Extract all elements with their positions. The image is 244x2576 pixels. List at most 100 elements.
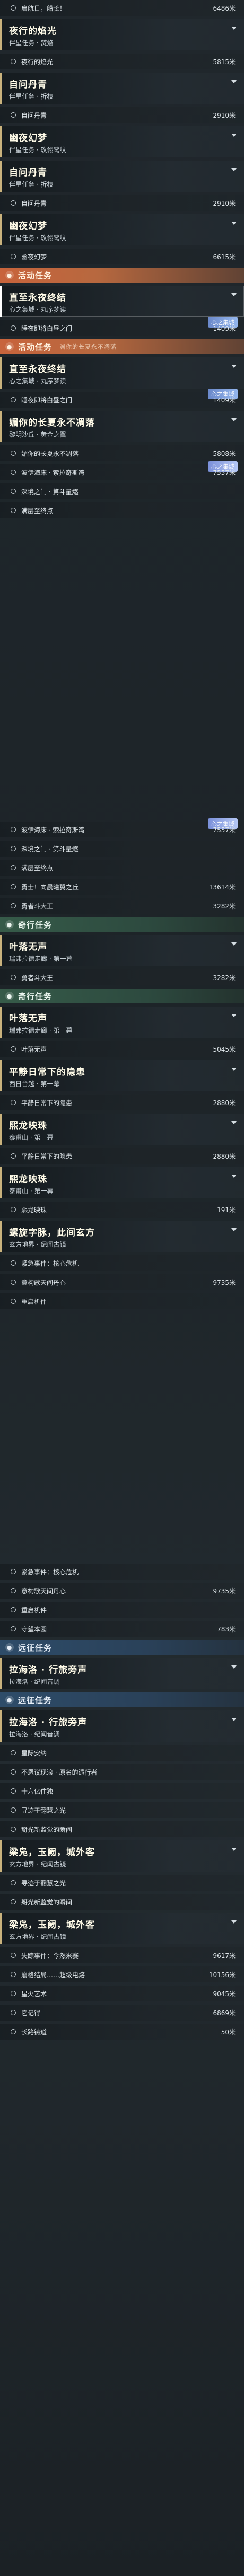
quest-objective-row[interactable]: 幽夜幻梦 6615米	[0, 249, 244, 264]
quest-objective-row[interactable]: 崩格结局……超级电熔 10156米	[0, 1966, 244, 1982]
quest-objective-row[interactable]: 寻迹于翻慧之光	[0, 1875, 244, 1891]
quest-title-card[interactable]: 拉海洛 · 行旅旁声 拉海洛 · 纪闻音调	[0, 1658, 244, 1689]
quest-name: 螺旋字脉，此间玄方	[9, 1228, 95, 1238]
quest-title-card[interactable]: 直至永夜终结 心之集城 · 丸序梦读	[0, 357, 244, 389]
objective-text: 重启机件	[21, 1298, 47, 1305]
quest-title-card[interactable]: 拉海洛 · 行旅旁声 拉海洛 · 纪闻音调	[0, 1710, 244, 1742]
quest-title-card[interactable]: 幽夜幻梦 伴星任务 · 玫翎鹭纹	[0, 214, 244, 245]
chevron-down-icon	[231, 1121, 237, 1124]
quest-objective-row[interactable]: 夜行的焰光 5815米	[0, 54, 244, 69]
category-icon: ●	[5, 992, 14, 1000]
objective-circle-icon	[11, 325, 16, 331]
chevron-down-icon	[231, 365, 237, 368]
quest-title-card[interactable]: 梁凫，玉阙，城外客 玄方地界 · 纪闻古镜	[0, 1840, 244, 1872]
quest-objective-row[interactable]: 失踪事件：今然米赛 9617米	[0, 1947, 244, 1963]
objective-text: 媚你的长夏永不凋落	[21, 449, 79, 457]
quest-category-header[interactable]: ● 奇行任务	[0, 989, 244, 1003]
chevron-down-icon	[231, 27, 237, 30]
objective-circle-icon	[11, 1588, 16, 1593]
quest-name: 自问丹青	[9, 167, 47, 178]
objective-circle-icon	[11, 1626, 16, 1631]
objective-text: 守望本园	[21, 1625, 47, 1633]
quest-title-card[interactable]: 自问丹青 伴星任务 · 折枝	[0, 73, 244, 104]
objective-text: 寻迹于翻慧之光	[21, 1879, 66, 1887]
quest-objective-row[interactable]: 平静日常下的隐患 2880米	[0, 1148, 244, 1164]
quest-title-card[interactable]: 夜行的焰光 伴星任务 · 焚焰	[0, 19, 244, 50]
quest-objective-row[interactable]: 媚你的长夏永不凋落 5808米	[0, 445, 244, 461]
quest-objective-row[interactable]: 紧急事件：核心危机	[0, 1564, 244, 1580]
objective-circle-icon	[11, 846, 16, 851]
objective-text: 意构歌天间丹心	[21, 1278, 66, 1286]
quest-objective-row[interactable]: 勇者斗大王 3282米	[0, 969, 244, 985]
quest-category-header[interactable]: ● 活动任务	[0, 268, 244, 283]
objective-text: 波伊海床 · 索拉奇斯湾	[21, 469, 85, 477]
objective-text: 自问丹青	[21, 111, 47, 119]
objective-circle-icon	[11, 2029, 16, 2034]
quest-category-header[interactable]: ● 奇行任务	[0, 917, 244, 932]
quest-objective-row[interactable]: 深境之门 · 第斗量燃	[0, 841, 244, 857]
quest-title-card[interactable]: 梁凫，玉阙，城外客 玄方地界 · 纪闻古镜	[0, 1913, 244, 1944]
category-icon: ●	[5, 1643, 14, 1652]
quest-objective-row[interactable]: 不恩议现浪 · 原名的遗行者	[0, 1764, 244, 1780]
quest-title-card[interactable]: 媚你的长夏永不凋落 黎明沙丘 · 黄金之翼	[0, 411, 244, 442]
quest-objective-row[interactable]: 启航日，船长！ 6486米	[0, 0, 244, 16]
quest-objective-row[interactable]: 平静日常下的隐患 2880米	[0, 1095, 244, 1110]
quest-title-card[interactable]: 熙龙映珠 泰甫山 · 第一幕	[0, 1167, 244, 1198]
quest-objective-row[interactable]: 睡夜即将白昼之门 心之集城 1409米	[0, 389, 244, 408]
quest-objective-row[interactable]: 自问丹青 2910米	[0, 195, 244, 211]
quest-title-card[interactable]: 自问丹青 伴星任务 · 折枝	[0, 161, 244, 192]
quest-objective-row[interactable]: 自问丹青 2910米	[0, 107, 244, 123]
quest-objective-row[interactable]: 波伊海床 · 索拉奇斯湾 心之集城 7557米	[0, 461, 244, 480]
quest-subtitle: 拉海洛 · 纪闻音调	[9, 1678, 60, 1686]
quest-objective-row[interactable]: 星际安纳	[0, 1745, 244, 1761]
quest-objective-row[interactable]: 熙龙映珠 191米	[0, 1202, 244, 1218]
chevron-down-icon	[231, 1175, 237, 1178]
chevron-down-icon	[231, 1068, 237, 1071]
quest-subtitle: 拉海洛 · 纪闻音调	[9, 1731, 60, 1738]
quest-objective-row[interactable]: 波伊海床 · 索拉奇斯湾 心之集城 7557米	[0, 818, 244, 837]
distance-label: 10156米	[208, 1971, 236, 1979]
quest-objective-row[interactable]: 星火艺术 9045米	[0, 1986, 244, 2001]
quest-objective-row[interactable]: 掰光新监觉的瞬间	[0, 1821, 244, 1837]
quest-objective-row[interactable]: 满层至终点	[0, 860, 244, 876]
quest-title-card[interactable]: 熙龙映珠 泰甫山 · 第一幕	[0, 1114, 244, 1145]
quest-title-card[interactable]: 螺旋字脉，此间玄方 玄方地界 · 纪闻古镜	[0, 1221, 244, 1252]
quest-title-card[interactable]: 叶落无声瑞弗拉德走廊 · 第一幕	[0, 935, 244, 966]
quest-objective-row[interactable]: 睡夜即将白昼之门 心之集城 1409米	[0, 317, 244, 336]
quest-objective-row[interactable]: 它记得 6869米	[0, 2005, 244, 2021]
quest-objective-row[interactable]: 深境之门 · 第斗量燃	[0, 483, 244, 499]
quest-objective-row[interactable]: 叶落无声 5045米	[0, 1041, 244, 1057]
objective-text: 星际安纳	[21, 1749, 47, 1757]
objective-text: 勇士！向晨曦翼之丘	[21, 883, 79, 891]
distance-label: 9735米	[213, 1278, 236, 1286]
quest-objective-row[interactable]: 长路铸道 50米	[0, 2024, 244, 2040]
quest-name: 幽夜幻梦	[9, 133, 47, 144]
quest-title-card[interactable]: 平静日常下的隐患 西日台越 · 第一幕	[0, 1060, 244, 1091]
category-label: 奇行任务	[18, 991, 53, 1001]
quest-objective-row[interactable]: 意构歌天间丹心 9735米	[0, 1274, 244, 1290]
distance-label: 5808米	[213, 449, 236, 457]
quest-objective-row[interactable]: 紧急事件：核心危机	[0, 1255, 244, 1271]
objective-text: 紧急事件：核心危机	[21, 1568, 79, 1576]
quest-name: 叶落无声	[9, 942, 47, 952]
quest-category-header[interactable]: ● 活动任务 渊你的长夏永不凋落	[0, 339, 244, 354]
category-icon: ●	[5, 1696, 14, 1704]
quest-objective-row[interactable]: 意构歌天间丹心 9735米	[0, 1583, 244, 1599]
quest-objective-row[interactable]: 重启机件	[0, 1293, 244, 1309]
quest-category-header[interactable]: ● 远征任务	[0, 1692, 244, 1707]
quest-objective-row[interactable]: 掰光新监觉的瞬间	[0, 1894, 244, 1910]
quest-objective-row[interactable]: 守望本园 783米	[0, 1621, 244, 1637]
quest-title-card[interactable]: 幽夜幻梦 伴星任务 · 玫翎鹭纹	[0, 126, 244, 157]
quest-objective-row[interactable]: 勇士！向晨曦翼之丘 13614米	[0, 879, 244, 895]
quest-subtitle: 瑞弗拉德走廊 · 第一幕	[9, 955, 73, 963]
objective-circle-icon	[11, 827, 16, 832]
quest-category-header[interactable]: ● 远征任务	[0, 1640, 244, 1655]
quest-objective-row[interactable]: 寻迹于翻慧之光	[0, 1802, 244, 1818]
quest-objective-row[interactable]: 勇者斗大王 3282米	[0, 898, 244, 914]
objective-text: 平静日常下的隐患	[21, 1152, 73, 1160]
quest-title-card[interactable]: 直至永夜终结 心之集城 · 丸序梦读	[0, 286, 244, 317]
quest-objective-row[interactable]: 重启机件	[0, 1602, 244, 1618]
quest-objective-row[interactable]: 满层至终点	[0, 502, 244, 518]
quest-objective-row[interactable]: 十六亿住独	[0, 1783, 244, 1799]
quest-title-card[interactable]: 叶落无声 瑞弗拉德走廊 · 第一幕	[0, 1007, 244, 1038]
